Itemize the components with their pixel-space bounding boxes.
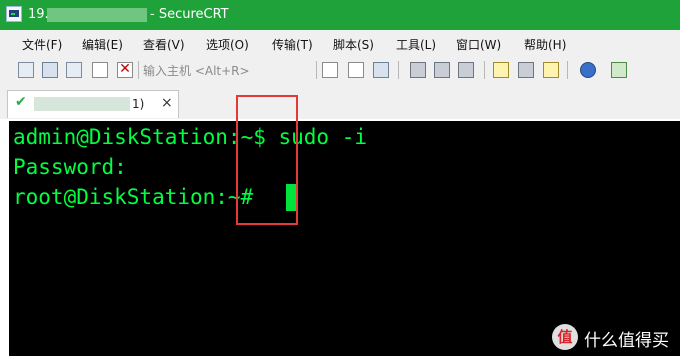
- session-options-icon[interactable]: [493, 62, 509, 78]
- watermark-logo-icon: 值: [552, 324, 578, 350]
- quick-connect-input[interactable]: 输入主机 <Alt+R>: [143, 62, 250, 79]
- menu-script[interactable]: 脚本(S): [333, 36, 374, 53]
- securecrt-window: 19. - SecureCRT 文件(F) 编辑(E) 查看(V) 选项(O) …: [0, 0, 680, 356]
- clone-session-icon[interactable]: [66, 62, 82, 78]
- watermark-text: 什么值得买: [584, 331, 669, 351]
- title-bar[interactable]: 19. - SecureCRT: [0, 0, 680, 30]
- terminal-line: Password:: [13, 155, 127, 179]
- menu-view[interactable]: 查看(V): [143, 36, 185, 53]
- toolbar-separator: [484, 61, 485, 79]
- toolbar: ✕ 输入主机 <Alt+R>: [0, 56, 680, 87]
- menu-tools[interactable]: 工具(L): [396, 36, 436, 53]
- menu-bar: 文件(F) 编辑(E) 查看(V) 选项(O) 传输(T) 脚本(S) 工具(L…: [0, 30, 680, 56]
- toolbar-separator: [567, 61, 568, 79]
- securecrt-app-icon[interactable]: [6, 6, 22, 22]
- print-icon[interactable]: [410, 62, 426, 78]
- session-tab-strip: ✔ 1) ×: [0, 86, 680, 119]
- toolbar-separator: [398, 61, 399, 79]
- menu-edit[interactable]: 编辑(E): [82, 36, 123, 53]
- global-options-icon[interactable]: [518, 62, 534, 78]
- menu-file[interactable]: 文件(F): [22, 36, 62, 53]
- session-tab[interactable]: ✔ 1) ×: [7, 90, 179, 118]
- quick-connect-icon[interactable]: [42, 62, 58, 78]
- menu-help[interactable]: 帮助(H): [524, 36, 566, 53]
- toolbar-separator: [138, 61, 139, 79]
- annotation-highlight-box: [236, 95, 298, 225]
- menu-window[interactable]: 窗口(W): [456, 36, 501, 53]
- find-icon[interactable]: [373, 62, 389, 78]
- close-icon[interactable]: ×: [161, 95, 173, 111]
- disconnect-icon[interactable]: ✕: [117, 62, 133, 78]
- menu-transfer[interactable]: 传输(T): [272, 36, 313, 53]
- watermark: 值 什么值得买: [546, 322, 680, 352]
- keymap-icon[interactable]: [543, 62, 559, 78]
- help-icon[interactable]: [580, 62, 596, 78]
- connect-icon[interactable]: [18, 62, 34, 78]
- print-selection-icon[interactable]: [434, 62, 450, 78]
- connected-check-icon: ✔: [15, 94, 27, 110]
- window-title: - SecureCRT: [150, 7, 229, 22]
- blurred-session-name: [34, 97, 130, 111]
- terminal-pane[interactable]: admin@DiskStation:~$ sudo -i Password: r…: [9, 121, 680, 356]
- copy-icon[interactable]: [322, 62, 338, 78]
- sftp-icon[interactable]: [611, 62, 627, 78]
- toolbar-separator: [316, 61, 317, 79]
- terminal-line: root@DiskStation:~#: [13, 185, 254, 209]
- paste-icon[interactable]: [348, 62, 364, 78]
- menu-options[interactable]: 选项(O): [206, 36, 249, 53]
- window-title-prefix: 19.: [28, 7, 49, 22]
- reconnect-icon[interactable]: [92, 62, 108, 78]
- print-setup-icon[interactable]: [458, 62, 474, 78]
- session-tab-label: 1): [132, 97, 145, 111]
- terminal-line: admin@DiskStation:~$ sudo -i: [13, 125, 368, 149]
- blurred-host-name: [47, 8, 147, 22]
